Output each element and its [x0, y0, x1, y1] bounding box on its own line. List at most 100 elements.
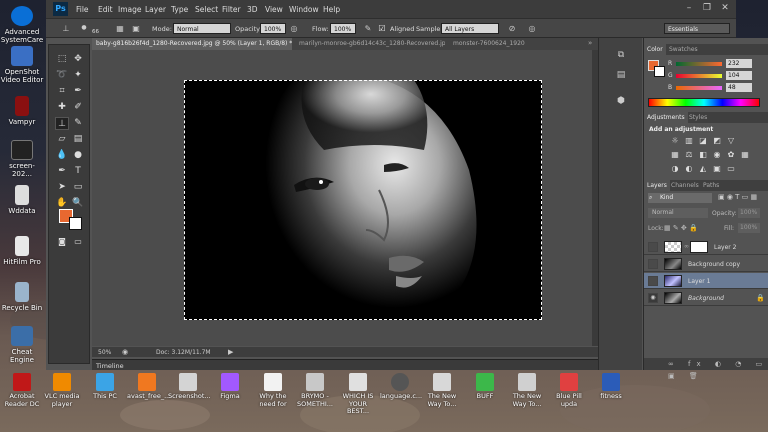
crop-tool-icon[interactable]: ⌗ — [55, 85, 69, 98]
menu-layer[interactable]: Layer — [145, 5, 166, 14]
brush-panel-icon[interactable]: ▦ — [114, 23, 126, 34]
b-value-field[interactable]: 48 — [726, 83, 752, 92]
lock-icons[interactable]: ▦ ✎ ✥ 🔒 — [664, 224, 698, 232]
dodge-tool-icon[interactable]: ● — [71, 149, 85, 162]
invert-icon[interactable]: ◑ — [670, 164, 680, 173]
desktop-icon-fitness[interactable]: fitness — [591, 373, 631, 401]
ignore-adjustment-layers-icon[interactable]: ⊘ — [506, 23, 518, 34]
menu-3d[interactable]: 3D — [247, 5, 258, 14]
properties-panel-icon[interactable]: ▤ — [613, 68, 629, 82]
menu-file[interactable]: File — [76, 5, 89, 14]
minimize-button[interactable]: – — [682, 3, 696, 14]
desktop-icon-which-is-your-best[interactable]: WHICH IS YOUR BEST... — [338, 373, 378, 416]
timeline-label[interactable]: Timeline — [96, 362, 124, 370]
desktop-icon-advanced-systemcare[interactable]: Advanced SystemCare — [0, 6, 44, 44]
layer-filter-icons[interactable]: ▣ ◉ T ▭ ▦ — [718, 193, 757, 201]
selective-color-icon[interactable]: ▣ — [712, 164, 722, 173]
photo-filter-icon[interactable]: ◉ — [712, 150, 722, 159]
zoom-level[interactable]: 50% — [98, 349, 111, 356]
doc-tab-marilyn[interactable]: marilyn-monroe-gb6d14c43c_1280-Recovered… — [295, 38, 445, 50]
gradient-tool-icon[interactable]: ▤ — [71, 133, 85, 146]
g-slider[interactable] — [676, 74, 722, 78]
desktop-icon-hitfilm[interactable]: HitFilm Pro — [0, 236, 44, 266]
menu-image[interactable]: Image — [118, 5, 142, 14]
hue-saturation-icon[interactable]: ▦ — [670, 150, 680, 159]
clone-stamp-tool-icon[interactable]: ⊥ — [55, 117, 69, 130]
color-spectrum[interactable] — [648, 98, 760, 107]
gradient-map-icon[interactable]: ▭ — [726, 164, 736, 173]
layer-row-layer-2[interactable]: ∞ Layer 2 — [644, 239, 768, 255]
blend-mode-select[interactable]: Normal — [648, 208, 708, 218]
magic-wand-tool-icon[interactable]: ✦ — [71, 69, 85, 82]
sample-select[interactable]: All Layers — [441, 23, 499, 34]
vibrance-icon[interactable]: ▽ — [726, 136, 736, 145]
tabs-overflow-icon[interactable]: » — [588, 39, 592, 47]
desktop-icon-figma[interactable]: Figma — [210, 373, 250, 401]
quick-mask-icon[interactable]: ◙ — [55, 235, 69, 248]
r-value-field[interactable]: 232 — [726, 59, 752, 68]
screen-mode-icon[interactable]: ▭ — [71, 235, 85, 248]
desktop-icon-why-the-need[interactable]: Why the need for — [253, 373, 293, 408]
history-brush-tool-icon[interactable]: ✎ — [71, 117, 85, 130]
brush-tool-icon[interactable]: ✐ — [71, 101, 85, 114]
visibility-toggle[interactable] — [648, 242, 658, 252]
close-button[interactable]: ✕ — [718, 3, 732, 14]
tab-layers[interactable]: Layers — [644, 180, 670, 191]
color-lookup-icon[interactable]: ▦ — [740, 150, 750, 159]
layer-opacity-field[interactable]: 100% — [738, 208, 760, 218]
pressure-opacity-icon[interactable]: ◎ — [288, 23, 300, 34]
desktop-icon-the-new-way-2[interactable]: The New Way To... — [507, 373, 547, 408]
curves-icon[interactable]: ◪ — [698, 136, 708, 145]
desktop-icon-buff[interactable]: BUFF — [465, 373, 505, 401]
menu-help[interactable]: Help — [323, 5, 340, 14]
desktop-icon-avast[interactable]: avast_free_... — [127, 373, 170, 401]
desktop-icon-screenshot[interactable]: Screenshot... — [168, 373, 211, 401]
pressure-size-icon[interactable]: ◎ — [526, 23, 538, 34]
flow-field[interactable]: 100% — [330, 23, 356, 34]
tab-styles[interactable]: Styles — [686, 112, 710, 123]
layer-row-background[interactable]: ◉ Background 🔒 — [644, 290, 768, 306]
menu-filter[interactable]: Filter — [222, 5, 241, 14]
zoom-tool-icon[interactable]: 🔍 — [71, 197, 85, 210]
shape-tool-icon[interactable]: ▭ — [71, 181, 85, 194]
mode-select[interactable]: Normal — [173, 23, 231, 34]
bg-color-swatch[interactable] — [654, 66, 665, 77]
desktop-icon-language[interactable]: language.c... — [380, 373, 422, 401]
r-slider[interactable] — [676, 62, 722, 66]
aligned-checkbox[interactable]: ☑ — [376, 23, 388, 34]
brightness-contrast-icon[interactable]: ☼ — [670, 136, 680, 145]
opacity-field[interactable]: 100% — [260, 23, 286, 34]
layer-row-layer-1[interactable]: Layer 1 — [644, 273, 768, 289]
share-icon[interactable]: ◉ — [122, 348, 128, 356]
layer-filter-kind[interactable]: Kind — [648, 193, 712, 203]
tab-adjustments[interactable]: Adjustments — [644, 112, 688, 123]
blur-tool-icon[interactable]: 💧 — [55, 149, 69, 162]
workspace-select[interactable]: Essentials — [664, 23, 730, 34]
visibility-toggle[interactable] — [648, 259, 658, 269]
desktop-icon-wddata[interactable]: Wddata — [0, 185, 44, 215]
restore-button[interactable]: ❐ — [700, 3, 714, 14]
menu-window[interactable]: Window — [289, 5, 319, 14]
layer-mask-thumbnail[interactable] — [690, 241, 708, 253]
menu-edit[interactable]: Edit — [98, 5, 113, 14]
lasso-tool-icon[interactable]: ➰ — [55, 69, 69, 82]
eraser-tool-icon[interactable]: ▱ — [55, 133, 69, 146]
desktop-icon-blue-pill[interactable]: Blue Pill upda — [549, 373, 589, 408]
levels-icon[interactable]: ▥ — [684, 136, 694, 145]
canvas-area[interactable] — [92, 50, 598, 346]
desktop-icon-cheat-engine[interactable]: Cheat Engine — [0, 326, 44, 364]
desktop-icon-openshot[interactable]: OpenShot Video Editor — [0, 46, 44, 84]
menu-type[interactable]: Type — [171, 5, 188, 14]
pen-tool-icon[interactable]: ✒ — [55, 165, 69, 178]
3d-panel-icon[interactable]: ⬢ — [613, 94, 629, 108]
timeline-panel[interactable]: Timeline — [92, 359, 598, 370]
fill-field[interactable]: 100% — [738, 223, 760, 233]
posterize-icon[interactable]: ◐ — [684, 164, 694, 173]
history-panel-icon[interactable]: ⧉ — [613, 48, 629, 62]
desktop-icon-vlc[interactable]: VLC media player — [42, 373, 82, 408]
clone-source-icon[interactable]: ▣ — [130, 23, 142, 34]
desktop-icon-brymo[interactable]: BRYMO - SOMETHI... — [295, 373, 335, 408]
healing-brush-tool-icon[interactable]: ✚ — [55, 101, 69, 114]
type-tool-icon[interactable]: T — [71, 165, 85, 178]
background-color-swatch[interactable] — [69, 217, 82, 230]
